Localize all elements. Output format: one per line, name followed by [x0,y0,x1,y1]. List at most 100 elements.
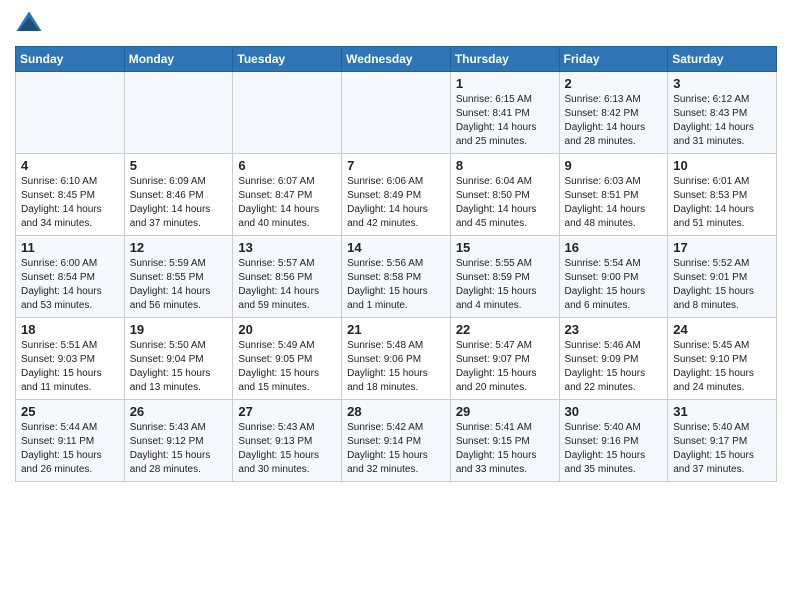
day-number: 31 [673,404,771,419]
empty-day [342,72,451,154]
calendar-day-30: 30 Sunrise: 5:40 AM Sunset: 9:16 PM Dayli… [559,400,668,482]
day-info: Sunrise: 5:57 AM Sunset: 8:56 PM Dayligh… [238,257,336,313]
logo-icon [15,10,43,38]
day-number: 15 [456,240,554,255]
calendar-header-row: SundayMondayTuesdayWednesdayThursdayFrid… [16,47,777,72]
calendar-day-22: 22 Sunrise: 5:47 AM Sunset: 9:07 PM Dayli… [450,318,559,400]
calendar-day-18: 18 Sunrise: 5:51 AM Sunset: 9:03 PM Dayli… [16,318,125,400]
day-info: Sunrise: 6:04 AM Sunset: 8:50 PM Dayligh… [456,175,554,231]
calendar-day-17: 17Sunrise: 5:52 AM Sunset: 9:01 PM Dayli… [668,236,777,318]
day-number: 20 [238,322,336,337]
calendar-day-2: 2 Sunrise: 6:13 AM Sunset: 8:42 PM Daylig… [559,72,668,154]
day-number: 30 [565,404,663,419]
calendar-day-14: 14Sunrise: 5:56 AM Sunset: 8:58 PM Dayli… [342,236,451,318]
calendar-day-11: 11 Sunrise: 6:00 AM Sunset: 8:54 PM Dayli… [16,236,125,318]
day-info: Sunrise: 5:51 AM Sunset: 9:03 PM Dayligh… [21,339,119,395]
calendar-day-26: 26 Sunrise: 5:43 AM Sunset: 9:12 PM Dayli… [124,400,233,482]
day-number: 26 [130,404,228,419]
calendar-header-saturday: Saturday [668,47,777,72]
calendar-day-7: 7 Sunrise: 6:06 AM Sunset: 8:49 PM Daylig… [342,154,451,236]
calendar-day-29: 29 Sunrise: 5:41 AM Sunset: 9:15 PM Dayli… [450,400,559,482]
empty-day [233,72,342,154]
empty-day [124,72,233,154]
day-number: 10 [673,158,771,173]
calendar-day-21: 21 Sunrise: 5:48 AM Sunset: 9:06 PM Dayli… [342,318,451,400]
day-info: Sunrise: 6:06 AM Sunset: 8:49 PM Dayligh… [347,175,445,231]
day-number: 16 [565,240,663,255]
calendar-week-row: 25 Sunrise: 5:44 AM Sunset: 9:11 PM Dayli… [16,400,777,482]
day-number: 28 [347,404,445,419]
day-info: Sunrise: 5:50 AM Sunset: 9:04 PM Dayligh… [130,339,228,395]
calendar-day-23: 23 Sunrise: 5:46 AM Sunset: 9:09 PM Dayli… [559,318,668,400]
day-number: 7 [347,158,445,173]
day-number: 5 [130,158,228,173]
calendar-day-10: 10Sunrise: 6:01 AM Sunset: 8:53 PM Dayli… [668,154,777,236]
calendar-day-9: 9 Sunrise: 6:03 AM Sunset: 8:51 PM Daylig… [559,154,668,236]
day-info: Sunrise: 6:07 AM Sunset: 8:47 PM Dayligh… [238,175,336,231]
day-number: 11 [21,240,119,255]
calendar-header-wednesday: Wednesday [342,47,451,72]
day-info: Sunrise: 5:47 AM Sunset: 9:07 PM Dayligh… [456,339,554,395]
day-number: 25 [21,404,119,419]
day-info: Sunrise: 5:59 AM Sunset: 8:55 PM Dayligh… [130,257,228,313]
day-info: Sunrise: 5:41 AM Sunset: 9:15 PM Dayligh… [456,421,554,477]
calendar: SundayMondayTuesdayWednesdayThursdayFrid… [15,46,777,482]
calendar-day-1: 1Sunrise: 6:15 AM Sunset: 8:41 PM Daylig… [450,72,559,154]
calendar-header-monday: Monday [124,47,233,72]
calendar-day-31: 31 Sunrise: 5:40 AM Sunset: 9:17 PM Dayli… [668,400,777,482]
calendar-day-3: 3 Sunrise: 6:12 AM Sunset: 8:43 PM Daylig… [668,72,777,154]
day-number: 24 [673,322,771,337]
logo [15,10,47,38]
day-info: Sunrise: 5:44 AM Sunset: 9:11 PM Dayligh… [21,421,119,477]
day-info: Sunrise: 5:40 AM Sunset: 9:17 PM Dayligh… [673,421,771,477]
day-info: Sunrise: 6:13 AM Sunset: 8:42 PM Dayligh… [565,93,663,149]
day-info: Sunrise: 5:43 AM Sunset: 9:12 PM Dayligh… [130,421,228,477]
calendar-day-16: 16 Sunrise: 5:54 AM Sunset: 9:00 PM Dayli… [559,236,668,318]
day-number: 13 [238,240,336,255]
calendar-day-15: 15 Sunrise: 5:55 AM Sunset: 8:59 PM Dayli… [450,236,559,318]
day-number: 18 [21,322,119,337]
day-number: 27 [238,404,336,419]
calendar-week-row: 1Sunrise: 6:15 AM Sunset: 8:41 PM Daylig… [16,72,777,154]
day-info: Sunrise: 5:55 AM Sunset: 8:59 PM Dayligh… [456,257,554,313]
day-number: 1 [456,76,554,91]
day-number: 21 [347,322,445,337]
day-info: Sunrise: 5:42 AM Sunset: 9:14 PM Dayligh… [347,421,445,477]
day-number: 19 [130,322,228,337]
calendar-header-tuesday: Tuesday [233,47,342,72]
day-info: Sunrise: 5:43 AM Sunset: 9:13 PM Dayligh… [238,421,336,477]
day-number: 29 [456,404,554,419]
calendar-header-sunday: Sunday [16,47,125,72]
day-number: 2 [565,76,663,91]
calendar-day-5: 5 Sunrise: 6:09 AM Sunset: 8:46 PM Daylig… [124,154,233,236]
day-number: 3 [673,76,771,91]
empty-day [16,72,125,154]
day-info: Sunrise: 5:54 AM Sunset: 9:00 PM Dayligh… [565,257,663,313]
day-info: Sunrise: 5:45 AM Sunset: 9:10 PM Dayligh… [673,339,771,395]
day-info: Sunrise: 6:12 AM Sunset: 8:43 PM Dayligh… [673,93,771,149]
day-info: Sunrise: 6:03 AM Sunset: 8:51 PM Dayligh… [565,175,663,231]
calendar-week-row: 4Sunrise: 6:10 AM Sunset: 8:45 PM Daylig… [16,154,777,236]
day-info: Sunrise: 5:46 AM Sunset: 9:09 PM Dayligh… [565,339,663,395]
day-number: 22 [456,322,554,337]
calendar-header-friday: Friday [559,47,668,72]
calendar-day-19: 19 Sunrise: 5:50 AM Sunset: 9:04 PM Dayli… [124,318,233,400]
day-info: Sunrise: 6:09 AM Sunset: 8:46 PM Dayligh… [130,175,228,231]
day-info: Sunrise: 5:40 AM Sunset: 9:16 PM Dayligh… [565,421,663,477]
day-info: Sunrise: 5:49 AM Sunset: 9:05 PM Dayligh… [238,339,336,395]
day-number: 8 [456,158,554,173]
day-number: 12 [130,240,228,255]
day-number: 9 [565,158,663,173]
calendar-day-6: 6Sunrise: 6:07 AM Sunset: 8:47 PM Daylig… [233,154,342,236]
calendar-day-20: 20 Sunrise: 5:49 AM Sunset: 9:05 PM Dayli… [233,318,342,400]
day-info: Sunrise: 5:56 AM Sunset: 8:58 PM Dayligh… [347,257,445,313]
day-info: Sunrise: 6:00 AM Sunset: 8:54 PM Dayligh… [21,257,119,313]
day-info: Sunrise: 6:10 AM Sunset: 8:45 PM Dayligh… [21,175,119,231]
day-number: 23 [565,322,663,337]
page-header [15,10,777,38]
calendar-day-28: 28 Sunrise: 5:42 AM Sunset: 9:14 PM Dayli… [342,400,451,482]
day-info: Sunrise: 5:48 AM Sunset: 9:06 PM Dayligh… [347,339,445,395]
calendar-day-4: 4Sunrise: 6:10 AM Sunset: 8:45 PM Daylig… [16,154,125,236]
day-number: 17 [673,240,771,255]
calendar-header-thursday: Thursday [450,47,559,72]
